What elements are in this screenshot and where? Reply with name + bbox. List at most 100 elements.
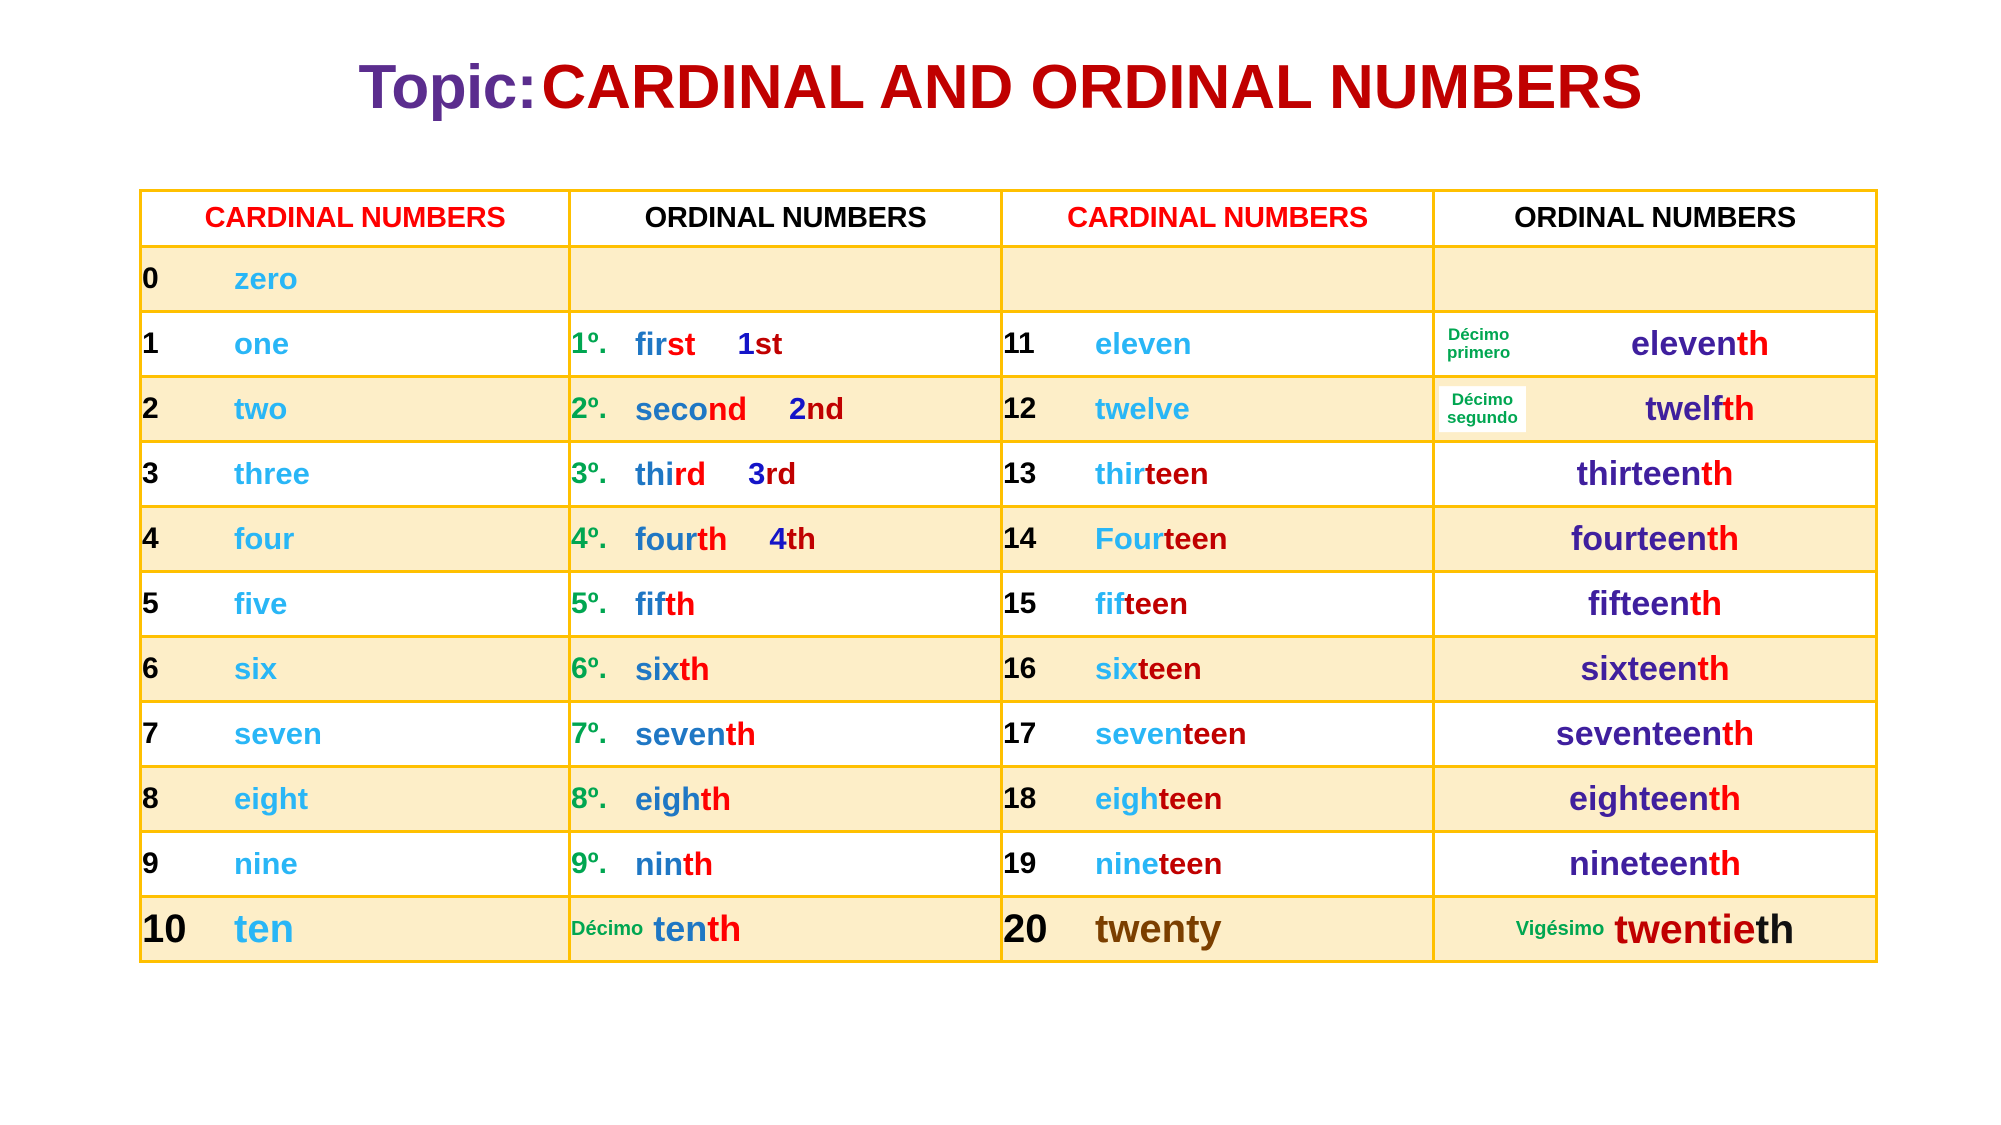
spanish-hint: Décimo segundo: [1439, 386, 1526, 432]
ordinal-abbr-suffix: nd: [806, 391, 845, 426]
cardinal-number: 17: [1003, 717, 1037, 750]
cell-ordinal-left: 3º. third 3rd: [568, 440, 1003, 508]
cardinal-word-suffix: teen: [1158, 781, 1223, 816]
cardinal-word-stem: five: [234, 586, 288, 621]
ordinal-word: first: [635, 326, 695, 363]
table-row: 3 three 3º. third 3rd 13 thirteen thirteenth: [139, 440, 1878, 508]
ordinal-marker: 6º.: [571, 652, 607, 685]
cell-ordinal-left: [568, 245, 1003, 313]
cardinal-word: eight: [234, 781, 308, 817]
cardinal-word-stem: six: [1095, 651, 1139, 686]
cell-cardinal-right: 18 eighteen: [1000, 765, 1435, 833]
cell-cardinal-right: 19 nineteen: [1000, 830, 1435, 898]
cell-ordinal-left: 9º. ninth: [568, 830, 1003, 898]
cardinal-word: seven: [234, 716, 322, 752]
cell-cardinal-left: 3 three: [139, 440, 571, 508]
ordinal-abbreviation: 3rd: [748, 456, 796, 492]
ordinal-abbr-number: 3: [748, 456, 766, 491]
ordinal-word-suffix: th: [1755, 905, 1795, 952]
cell-cardinal-left: 8 eight: [139, 765, 571, 833]
cell-ordinal-left: Décimo tenth: [568, 895, 1003, 963]
cardinal-number: 11: [1003, 327, 1035, 360]
cardinal-word-stem: twenty: [1095, 906, 1222, 951]
ordinal-word-stem: twentie: [1614, 905, 1756, 952]
cardinal-word: eleven: [1095, 326, 1192, 362]
ordinal-word-suffix: th: [1722, 714, 1755, 753]
ordinal-word-stem: seven: [635, 715, 726, 752]
cell-ordinal-right: [1432, 245, 1878, 313]
cardinal-word: three: [234, 456, 310, 492]
ordinal-abbr-number: 1: [737, 326, 755, 361]
ordinal-word-stem: fif: [635, 585, 666, 622]
ordinal-abbr-suffix: rd: [765, 456, 797, 491]
ordinal-word: twentieth: [1614, 906, 1794, 952]
spanish-hint-line: primero: [1447, 343, 1511, 362]
title-subject: CARDINAL AND ORDINAL NUMBERS: [541, 53, 1643, 122]
cell-cardinal-right: 13 thirteen: [1000, 440, 1435, 508]
cardinal-word: nineteen: [1095, 846, 1222, 882]
cardinal-word: Fourteen: [1095, 521, 1228, 557]
ordinal-word: eleventh: [1631, 325, 1769, 363]
ordinal-abbreviation: 4th: [769, 521, 816, 557]
cell-ordinal-right: eighteenth: [1432, 765, 1878, 833]
cell-cardinal-right: 16 sixteen: [1000, 635, 1435, 703]
cell-cardinal-left: 7 seven: [139, 700, 571, 768]
cell-cardinal-left: 1 one: [139, 310, 571, 378]
ordinal-word-suffix: th: [700, 780, 731, 817]
ordinal-abbr-suffix: th: [786, 521, 816, 556]
ordinal-marker: 8º.: [571, 782, 607, 815]
ordinal-word-stem: thirteen: [1576, 454, 1702, 493]
ordinal-word: tenth: [653, 908, 741, 949]
cardinal-word-suffix: teen: [1158, 846, 1223, 881]
ordinal-marker: 7º.: [571, 717, 607, 750]
ordinal-word-stem: sixteen: [1580, 649, 1698, 688]
ordinal-word: sixth: [635, 651, 710, 688]
cardinal-word-stem: twelve: [1095, 391, 1190, 426]
ordinal-word: nineteenth: [1569, 845, 1741, 883]
cardinal-number: 9: [142, 847, 159, 880]
cell-ordinal-right: thirteenth: [1432, 440, 1878, 508]
ordinal-word-stem: fifteen: [1587, 584, 1690, 623]
cardinal-number: 16: [1003, 652, 1037, 685]
table-row: 9 nine 9º. ninth 19 nineteen nineteenth: [139, 830, 1878, 898]
ordinal-word: fourth: [635, 521, 727, 558]
ordinal-word-suffix: th: [682, 845, 714, 882]
ordinal-word-suffix: th: [1689, 584, 1723, 623]
header-ordinal-right: ORDINAL NUMBERS: [1432, 189, 1878, 248]
cardinal-number: 20: [1003, 906, 1048, 951]
cardinal-word-stem: seven: [1095, 716, 1183, 751]
cardinal-number: 15: [1003, 587, 1037, 620]
ordinal-word: seventh: [635, 716, 756, 753]
ordinal-abbr-suffix: st: [754, 326, 783, 361]
cardinal-word-stem: zero: [234, 261, 298, 296]
cell-cardinal-right: 15 fifteen: [1000, 570, 1435, 638]
ordinal-abbr-number: 2: [789, 391, 807, 426]
ordinal-word: fourteenth: [1571, 520, 1739, 558]
ordinal-word-suffix: th: [1708, 844, 1741, 883]
cardinal-number: 5: [142, 587, 159, 620]
cardinal-word-stem: nine: [1095, 846, 1159, 881]
table-row: 1 one 1º. first 1st 11 eleven Décimo primero elev…: [139, 310, 1878, 378]
ordinal-word-stem: four: [635, 520, 698, 557]
ordinal-word-stem: ten: [653, 908, 708, 949]
cell-cardinal-left: 10 ten: [139, 895, 571, 963]
cell-ordinal-right: Décimo primero eleventh: [1432, 310, 1878, 378]
ordinal-word-suffix: th: [679, 650, 710, 687]
cell-ordinal-right: sixteenth: [1432, 635, 1878, 703]
ordinal-word: ninth: [635, 846, 713, 883]
cardinal-word-stem: eleven: [1095, 326, 1192, 361]
cardinal-word-suffix: teen: [1182, 716, 1247, 751]
ordinal-word-stem: nin: [635, 845, 683, 882]
cell-ordinal-right: seventeenth: [1432, 700, 1878, 768]
page-title: Topic: CARDINAL AND ORDINAL NUMBERS: [0, 52, 2001, 123]
header-cardinal-right: CARDINAL NUMBERS: [1000, 189, 1435, 248]
cell-cardinal-left: 9 nine: [139, 830, 571, 898]
cardinal-word: thirteen: [1095, 456, 1209, 492]
cell-ordinal-right: nineteenth: [1432, 830, 1878, 898]
cardinal-word: one: [234, 326, 289, 362]
cardinal-word-stem: Four: [1095, 521, 1164, 556]
cardinal-word-stem: fif: [1095, 586, 1125, 621]
ordinal-word-suffix: th: [725, 715, 756, 752]
cell-cardinal-right: 20 twenty: [1000, 895, 1435, 963]
cardinal-word: seventeen: [1095, 716, 1247, 752]
